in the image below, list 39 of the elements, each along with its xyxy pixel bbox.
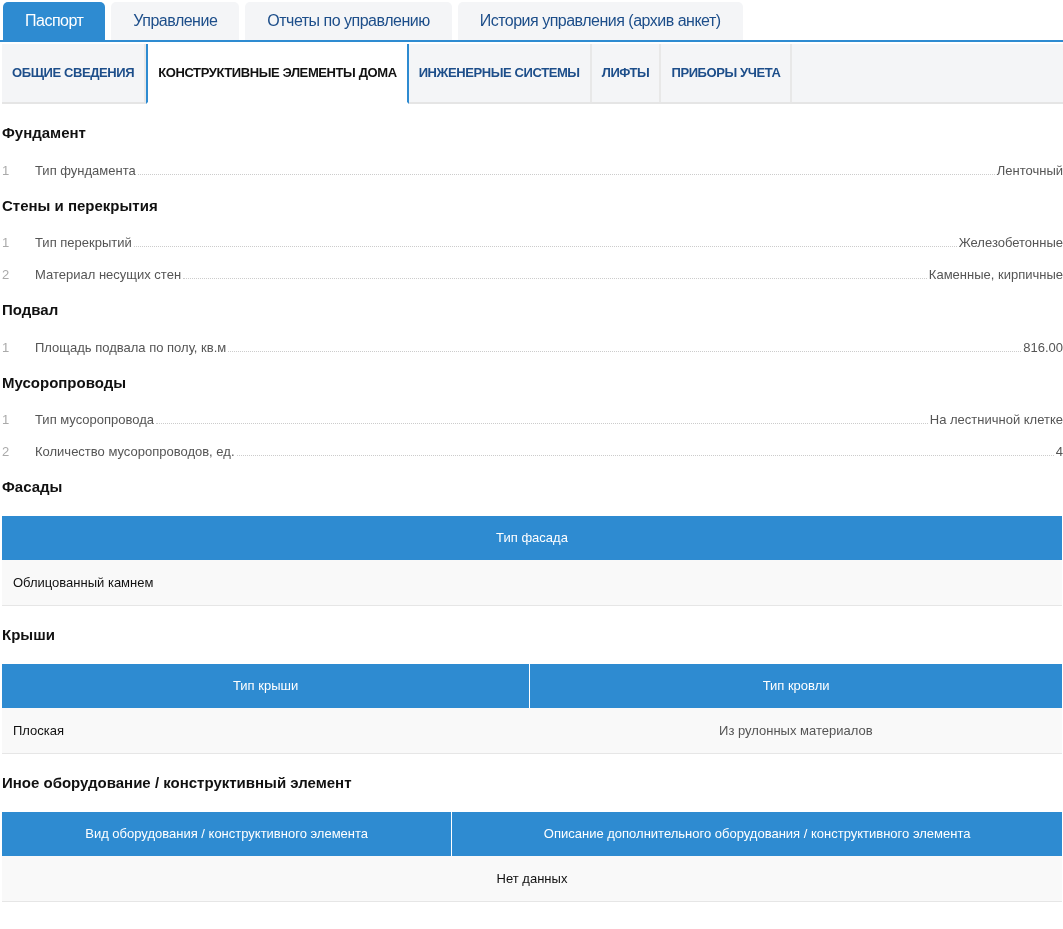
field-label: Тип перекрытий [35,234,132,252]
section-title: Фундамент [2,123,87,143]
tab[interactable]: Управление [111,2,240,40]
section-title: Фасады [2,477,64,497]
section-title: Стены и перекрытия [2,195,159,216]
column-header: Тип крыши [2,663,530,708]
row-number: 1 [1,234,11,252]
column-header: Описание дополнительного оборудования / конструктивного элемента [451,811,1062,856]
field-label: Количество мусоропроводов, ед. [35,443,235,461]
tab[interactable]: История управления (архив анкет) [457,2,743,40]
section-title: Мусоропроводы [2,372,127,393]
column-header: Вид оборудования / конструктивного элемента [2,811,452,856]
section-title: Подвал [2,300,60,320]
field-value: 816.00 [1023,338,1063,357]
field-value: Каменные, кирпичные [928,266,1063,284]
field-label: Площадь подвала по полу, кв.м [35,338,227,357]
field-label: Материал несущих стен [35,266,182,284]
row-number: 1 [1,161,11,180]
sub-tab[interactable]: КОНСТРУКТИВНЫЕ ЭЛЕМЕНТЫ ДОМА [146,44,409,104]
field-value: Ленточный [996,161,1063,180]
section-title: Иное оборудование / конструктивный элемент [2,773,353,793]
field-value: Железобетонные [958,234,1063,252]
row-number: 1 [1,411,11,429]
field-value: 4 [1055,443,1063,461]
field-label: Тип мусоропровода [35,411,155,429]
section-title: Крыши [2,625,56,645]
column-header: Тип кровли [529,663,1062,708]
tab[interactable]: Паспорт [3,2,106,40]
table-cell: Плоская [2,707,530,754]
row-number: 2 [1,443,11,461]
table-cell: Из рулонных материалов [529,707,1062,754]
table-cell: Облицованный камнем [2,559,1062,606]
field-label: Тип фундамента [35,161,136,180]
column-header: Тип фасада [2,515,1062,560]
empty-message: Нет данных [2,855,1062,902]
field-value: На лестничной клетке [929,411,1063,429]
row-number: 1 [1,338,11,357]
row-number: 2 [1,266,11,284]
tab[interactable]: Отчеты по управлению [245,2,452,40]
